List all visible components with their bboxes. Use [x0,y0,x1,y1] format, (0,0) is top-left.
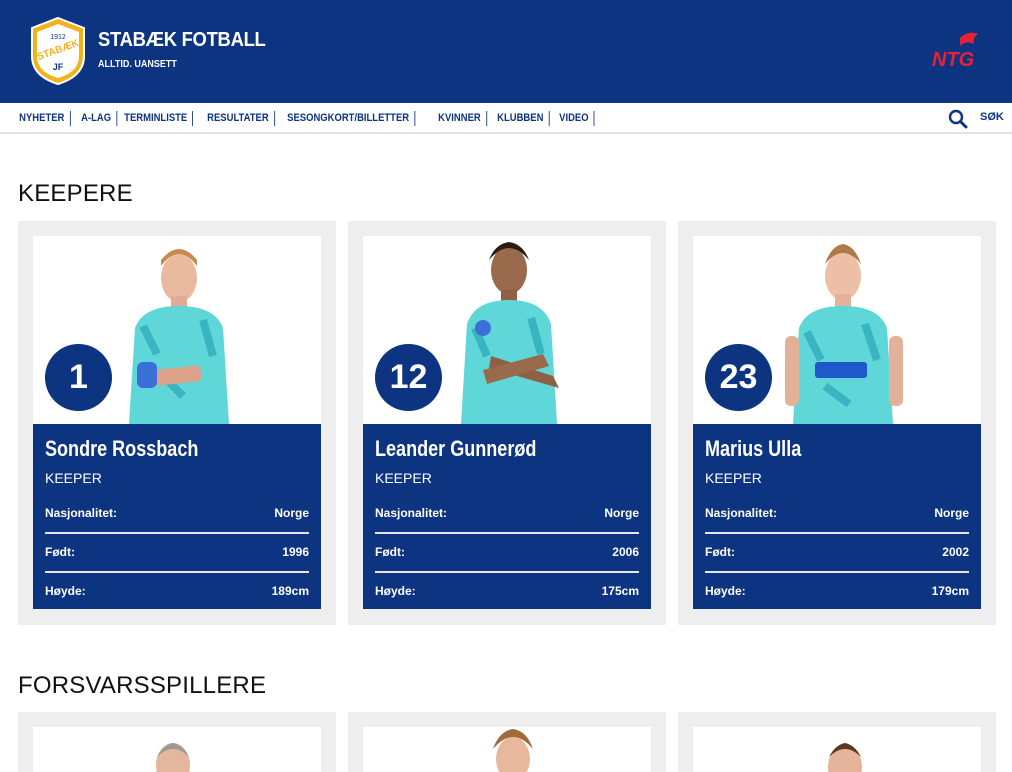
nationality-value: Norge [934,506,969,520]
born-row: Født: 2006 [375,542,639,573]
player-card[interactable]: 12 Leander Gunnerød KEEPER Nasjonalitet:… [348,221,666,625]
nav-item-terminliste[interactable]: TERMINLISTE [119,111,194,126]
height-label: Høyde: [705,584,746,598]
sponsor-logo[interactable]: NTG [930,30,986,70]
search-icon[interactable] [948,109,968,129]
player-info: Marius Ulla KEEPER Nasjonalitet: Norge F… [693,424,981,609]
player-photo: 23 [693,236,981,424]
born-label: Født: [705,545,735,559]
height-row: Høyde: 179cm [705,581,969,601]
nav-item-a-lag[interactable]: A-LAG [76,111,117,126]
svg-text:NTG: NTG [932,49,974,70]
club-tagline: ALLTID. UANSETT [98,59,177,70]
nav-list: NYHETER A-LAG TERMINLISTE RESULTATER SES… [14,111,598,126]
player-card[interactable]: 23 Marius Ulla KEEPER Nasjonalitet: Norg… [678,221,996,625]
nationality-row: Nasjonalitet: Norge [45,503,309,534]
player-grid-forsvarsspillere [18,712,996,772]
born-label: Født: [45,545,75,559]
player-name[interactable]: Leander Gunnerød [375,436,536,462]
site-header: 1912 STABÆK JF STABÆK FOTBALL ALLTID. UA… [0,0,1012,103]
player-number: 23 [705,344,772,411]
height-row: Høyde: 189cm [45,581,309,601]
player-name[interactable]: Sondre Rossbach [45,436,198,462]
nationality-row: Nasjonalitet: Norge [375,503,639,534]
nationality-label: Nasjonalitet: [45,506,118,520]
main-nav: NYHETER A-LAG TERMINLISTE RESULTATER SES… [0,103,1012,134]
svg-text:JF: JF [53,62,64,72]
section-title-keepere: KEEPERE [18,180,133,207]
player-number: 1 [45,344,112,411]
nationality-value: Norge [274,506,309,520]
born-label: Født: [375,545,405,559]
player-info: Leander Gunnerød KEEPER Nasjonalitet: No… [363,424,651,609]
height-label: Høyde: [45,584,86,598]
nav-item-video[interactable]: VIDEO [554,111,595,126]
nav-item-klubben[interactable]: KLUBBEN [492,111,549,126]
player-info: Sondre Rossbach KEEPER Nasjonalitet: Nor… [33,424,321,609]
nav-item-resultater[interactable]: RESULTATER [202,111,275,126]
nav-item-kvinner[interactable]: KVINNER [433,111,487,126]
player-position: KEEPER [705,470,762,486]
club-logo[interactable]: 1912 STABÆK JF [28,16,88,86]
height-label: Høyde: [375,584,416,598]
nationality-value: Norge [604,506,639,520]
player-photo [363,727,651,772]
height-value: 189cm [271,584,309,598]
player-grid-keepere: 1 Sondre Rossbach KEEPER Nasjonalitet: N… [18,221,996,625]
player-card[interactable] [18,712,336,772]
player-position: KEEPER [45,470,102,486]
height-value: 175cm [601,584,639,598]
club-name[interactable]: STABÆK FOTBALL [98,29,266,52]
nationality-label: Nasjonalitet: [705,506,778,520]
born-row: Født: 1996 [45,542,309,573]
player-photo [693,727,981,772]
born-value: 1996 [282,545,309,559]
player-card[interactable] [348,712,666,772]
nationality-row: Nasjonalitet: Norge [705,503,969,534]
svg-text:1912: 1912 [50,34,66,41]
nav-item-nyheter[interactable]: NYHETER [14,111,71,126]
player-photo: 1 [33,236,321,424]
born-value: 2006 [612,545,639,559]
player-card[interactable]: 1 Sondre Rossbach KEEPER Nasjonalitet: N… [18,221,336,625]
player-photo: 12 [363,236,651,424]
nav-item-sesongkort[interactable]: SESONGKORT/BILLETTER [282,111,416,126]
born-value: 2002 [942,545,969,559]
player-name[interactable]: Marius Ulla [705,436,801,462]
section-title-forsvarsspillere: FORSVARSSPILLERE [18,672,267,699]
nationality-label: Nasjonalitet: [375,506,448,520]
search-label[interactable]: SØK [980,111,1004,123]
player-position: KEEPER [375,470,432,486]
player-number: 12 [375,344,442,411]
height-value: 179cm [931,584,969,598]
height-row: Høyde: 175cm [375,581,639,601]
player-card[interactable] [678,712,996,772]
player-photo [33,727,321,772]
born-row: Født: 2002 [705,542,969,573]
